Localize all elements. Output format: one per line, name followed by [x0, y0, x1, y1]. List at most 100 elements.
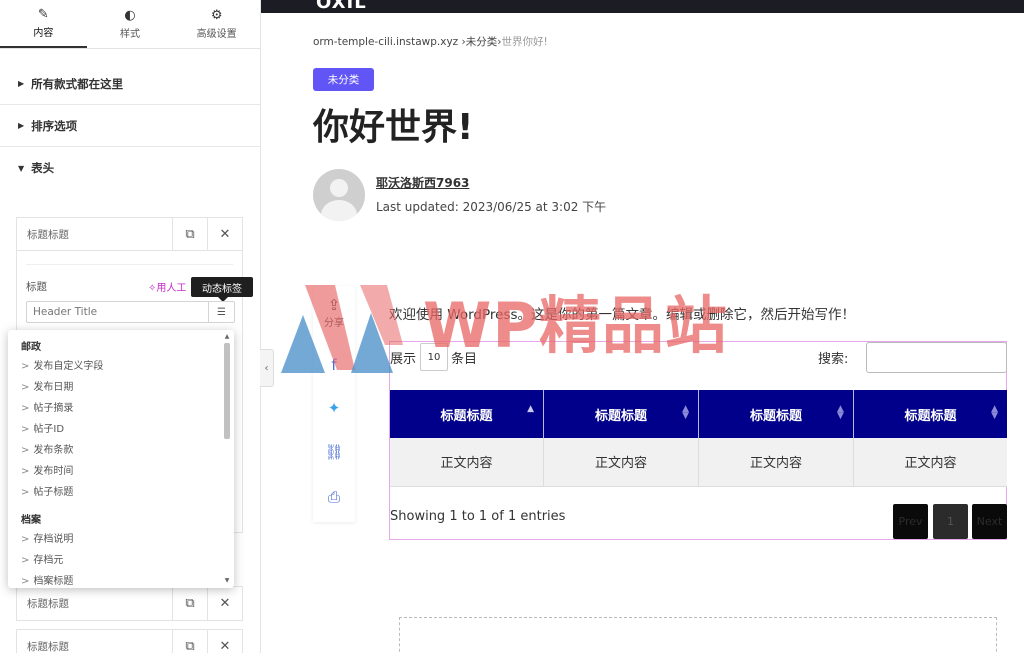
tab-content[interactable]: ✎ 内容 [0, 0, 87, 48]
print-icon: ⎙ [327, 488, 340, 506]
table-search-input[interactable] [866, 342, 1007, 373]
duplicate-icon[interactable]: ⧉ [172, 630, 207, 653]
repeater-item: 标题标题 ⧉ ✕ [16, 586, 243, 621]
dropdown-item-label: 存档元 [33, 555, 64, 566]
dropdown-item-label: 发布自定义字段 [33, 361, 104, 372]
page-1-button[interactable]: 1 [933, 504, 968, 539]
search-label: 搜索: [818, 352, 849, 367]
scroll-down-icon[interactable]: ▼ [223, 577, 231, 585]
database-icon[interactable]: ☰ [208, 301, 235, 323]
author-link[interactable]: 耶沃洛斯西7963 [376, 174, 469, 191]
avatar [313, 169, 365, 221]
column-header[interactable]: 标题标题 ▲ ▼ [853, 390, 1007, 438]
avatar-body [321, 200, 357, 221]
table-cell: 正文内容 [698, 438, 854, 487]
breadcrumb-separator: › [458, 36, 466, 48]
dropdown-item[interactable]: > 存档元 [8, 550, 234, 571]
breadcrumb-site[interactable]: orm-temple-cili.instawp.xyz [313, 36, 458, 48]
section-all-styles[interactable]: ▶ 所有款式都在这里 [0, 63, 260, 105]
chevron-right-icon: > [21, 445, 30, 456]
site-header: OXIL [261, 0, 1024, 13]
copy-link-share[interactable]: ⛓ [313, 443, 355, 461]
print-share[interactable]: ⎙ [313, 488, 355, 506]
chevron-right-icon: > [21, 576, 30, 587]
twitter-share[interactable]: ✦ [313, 399, 355, 417]
dropdown-scrollbar[interactable]: ▲ ▼ [223, 333, 231, 585]
sort-icon: ▲ ▼ [682, 404, 689, 421]
share-button[interactable]: ⇪ 分享 [313, 296, 355, 329]
tab-style-label: 样式 [120, 28, 140, 40]
close-icon[interactable]: ✕ [207, 217, 242, 251]
dropdown-item[interactable]: > 帖子ID [8, 419, 234, 440]
repeater-item-header[interactable]: 标题标题 ⧉ ✕ [17, 587, 242, 620]
section-table-header[interactable]: ▼ 表头 [0, 147, 260, 189]
entries-select[interactable]: 10 [420, 343, 448, 371]
contrast-icon: ◐ [124, 7, 136, 23]
column-header[interactable]: 标题标题 ▲ ▼ [543, 390, 699, 438]
breadcrumb-current: 世界你好! [501, 36, 548, 48]
table-header-row: 标题标题 ▲ 标题标题 ▲ ▼ 标题标题 ▲ ▼ 标题标题 ▲ ▼ [390, 390, 1007, 438]
chevron-right-icon: > [21, 487, 30, 498]
table-cell: 正文内容 [390, 438, 545, 487]
next-page-button[interactable]: Next [972, 504, 1007, 539]
facebook-share[interactable]: f [313, 356, 355, 374]
repeater-item-header[interactable]: 标题标题 ⧉ ✕ [17, 630, 242, 653]
table-cell: 正文内容 [853, 438, 1007, 487]
breadcrumb-category[interactable]: 未分类 [466, 36, 498, 48]
header-title-input[interactable] [26, 301, 208, 323]
chevron-right-icon: > [21, 382, 30, 393]
chevron-right-icon: > [21, 466, 30, 477]
close-icon[interactable]: ✕ [207, 630, 242, 653]
show-entries-label: 展示 [390, 352, 417, 367]
category-badge[interactable]: 未分类 [313, 68, 374, 91]
dropdown-item[interactable]: > 存档说明 [8, 529, 234, 550]
scrollbar-thumb[interactable] [224, 343, 230, 439]
section-sort-options-label: 排序选项 [31, 118, 78, 133]
empty-drop-area[interactable] [399, 617, 997, 653]
column-header[interactable]: 标题标题 ▲ ▼ [698, 390, 854, 438]
dropdown-item[interactable]: > 档案标题 [8, 571, 234, 588]
data-table-widget: 展示 10 条目 搜索: 标题标题 ▲ 标题标题 ▲ ▼ 标题标题 ▲ ▼ 标题标题 ▲ ▼ … [389, 341, 1007, 540]
dropdown-item[interactable]: > 发布条款 [8, 440, 234, 461]
repeater-item-header[interactable]: 标题标题 ⧉ ✕ [17, 217, 242, 251]
chevron-right-icon: > [21, 361, 30, 372]
dropdown-item-label: 帖子ID [33, 424, 65, 435]
share-label: 分享 [324, 318, 344, 329]
prev-page-button[interactable]: Prev [893, 504, 928, 539]
dropdown-item-label: 帖子标题 [33, 487, 74, 498]
dropdown-item[interactable]: > 帖子摘录 [8, 398, 234, 419]
scroll-up-icon[interactable]: ▲ [223, 333, 231, 341]
section-table-header-label: 表头 [31, 161, 55, 175]
dropdown-item-label: 发布日期 [33, 382, 74, 393]
close-icon[interactable]: ✕ [207, 587, 242, 620]
share-icon: ⇪ [327, 296, 341, 314]
dropdown-item[interactable]: > 发布自定义字段 [8, 356, 234, 377]
column-header[interactable]: 标题标题 ▲ [390, 390, 545, 438]
chevron-right-icon: > [21, 424, 30, 435]
column-header-label: 标题标题 [904, 408, 957, 424]
chevron-right-icon: > [21, 555, 30, 566]
ai-assist-link[interactable]: ✧用人工 [148, 279, 186, 294]
facebook-icon: f [331, 356, 337, 374]
dropdown-item[interactable]: > 发布日期 [8, 377, 234, 398]
chevron-left-icon: ‹ [264, 362, 269, 374]
data-table: 标题标题 ▲ 标题标题 ▲ ▼ 标题标题 ▲ ▼ 标题标题 ▲ ▼ 正文内容 正文内容 正文内… [390, 390, 1007, 487]
dropdown-item[interactable]: > 发布时间 [8, 461, 234, 482]
caret-down-icon: ▼ [18, 163, 25, 173]
dropdown-group-archive: 档案 [21, 515, 41, 526]
column-header-label: 标题标题 [749, 408, 802, 424]
dynamic-tags-dropdown: 邮政 > 发布自定义字段 > 发布日期 > 帖子摘录 > 帖子ID > 发布条款 > 发布时… [8, 330, 234, 588]
repeater-item-title: 标题标题 [27, 228, 69, 241]
dropdown-item[interactable]: > 帖子标题 [8, 482, 234, 503]
panel-collapse-handle[interactable]: ‹ [260, 349, 274, 387]
tab-advanced[interactable]: ⚙ 高级设置 [173, 0, 260, 48]
duplicate-icon[interactable]: ⧉ [172, 587, 207, 620]
tab-style[interactable]: ◐ 样式 [87, 0, 174, 48]
dropdown-item-label: 存档说明 [33, 534, 74, 545]
repeater-item-title: 标题标题 [27, 598, 69, 610]
dropdown-item-label: 发布条款 [33, 445, 74, 456]
panel-tabs: ✎ 内容 ◐ 样式 ⚙ 高级设置 [0, 0, 260, 49]
site-logo[interactable]: OXIL [316, 0, 367, 13]
duplicate-icon[interactable]: ⧉ [172, 217, 207, 251]
section-sort-options[interactable]: ▶ 排序选项 [0, 105, 260, 147]
